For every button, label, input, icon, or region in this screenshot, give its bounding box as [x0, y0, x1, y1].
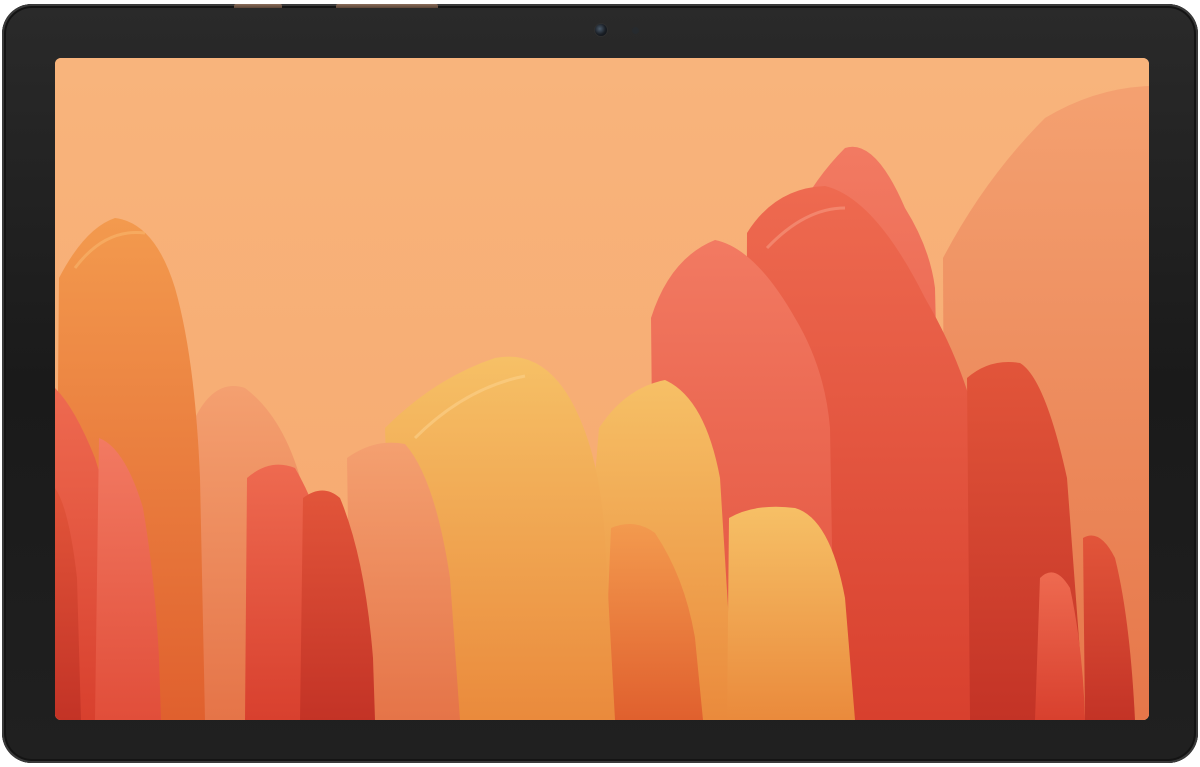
tablet-screen: [55, 58, 1149, 720]
volume-button: [336, 4, 438, 8]
power-button: [234, 4, 282, 8]
product-photo: [0, 0, 1200, 767]
front-camera-icon: [595, 24, 607, 36]
light-sensor: [632, 27, 639, 34]
wallpaper: [55, 58, 1149, 720]
tablet-device: [2, 4, 1198, 763]
